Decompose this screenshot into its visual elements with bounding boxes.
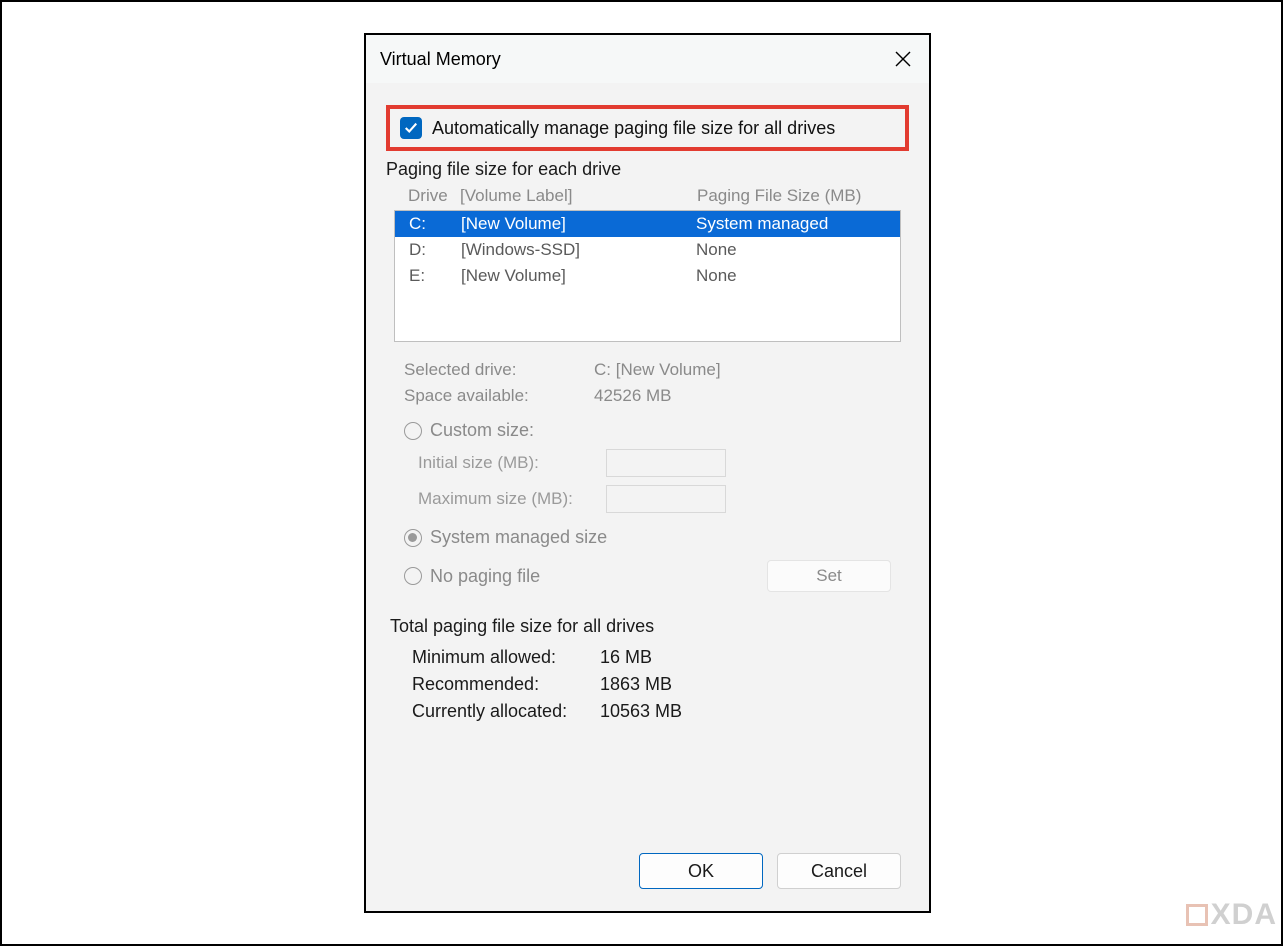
radio-icon <box>404 422 422 440</box>
totals-title: Total paging file size for all drives <box>390 616 905 637</box>
minimum-allowed-value: 16 MB <box>600 647 652 668</box>
close-button[interactable] <box>891 47 915 71</box>
radio-icon <box>404 567 422 585</box>
maximum-size-row: Maximum size (MB): <box>418 485 891 513</box>
radio-icon <box>404 529 422 547</box>
no-paging-option[interactable]: No paging file <box>404 566 540 587</box>
space-available-row: Space available: 42526 MB <box>404 386 891 406</box>
selected-drive-label: Selected drive: <box>404 360 594 380</box>
drive-size: None <box>696 266 886 286</box>
maximum-size-input[interactable] <box>606 485 726 513</box>
set-button[interactable]: Set <box>767 560 891 592</box>
drive-volume: [New Volume] <box>461 266 696 286</box>
drives-group-title: Paging file size for each drive <box>386 159 909 180</box>
no-paging-row: No paging file Set <box>404 560 891 592</box>
cancel-button[interactable]: Cancel <box>777 853 901 889</box>
drive-size: None <box>696 240 886 260</box>
initial-size-label: Initial size (MB): <box>418 453 588 473</box>
drives-group: Paging file size for each drive Drive [V… <box>386 159 909 596</box>
drive-headers: Drive [Volume Label] Paging File Size (M… <box>386 186 909 210</box>
dialog-buttons: OK Cancel <box>639 853 901 889</box>
no-paging-label: No paging file <box>430 566 540 587</box>
virtual-memory-dialog: Virtual Memory Automatically manage pagi… <box>364 33 931 913</box>
selected-drive-value: C: [New Volume] <box>594 360 721 380</box>
drive-letter: E: <box>409 266 461 286</box>
drive-volume: [New Volume] <box>461 214 696 234</box>
totals-group: Total paging file size for all drives Mi… <box>386 616 909 722</box>
drive-volume: [Windows-SSD] <box>461 240 696 260</box>
custom-size-label: Custom size: <box>430 420 534 441</box>
drive-row[interactable]: E: [New Volume] None <box>395 263 900 289</box>
currently-allocated-row: Currently allocated: 10563 MB <box>412 701 905 722</box>
minimum-allowed-label: Minimum allowed: <box>412 647 600 668</box>
ok-button[interactable]: OK <box>639 853 763 889</box>
drive-size: System managed <box>696 214 886 234</box>
drive-settings: Selected drive: C: [New Volume] Space av… <box>386 342 909 596</box>
minimum-allowed-row: Minimum allowed: 16 MB <box>412 647 905 668</box>
header-drive: Drive <box>408 186 460 206</box>
auto-manage-checkbox[interactable] <box>400 117 422 139</box>
dialog-content: Automatically manage paging file size fo… <box>366 83 929 748</box>
drive-row[interactable]: C: [New Volume] System managed <box>395 211 900 237</box>
custom-size-option[interactable]: Custom size: <box>404 420 891 441</box>
window-title: Virtual Memory <box>380 49 501 70</box>
watermark-text: XDA <box>1211 898 1277 932</box>
watermark-icon <box>1186 904 1208 926</box>
recommended-row: Recommended: 1863 MB <box>412 674 905 695</box>
initial-size-input[interactable] <box>606 449 726 477</box>
auto-manage-label: Automatically manage paging file size fo… <box>432 118 835 139</box>
drive-letter: C: <box>409 214 461 234</box>
initial-size-row: Initial size (MB): <box>418 449 891 477</box>
checkmark-icon <box>404 121 418 135</box>
selected-drive-row: Selected drive: C: [New Volume] <box>404 360 891 380</box>
close-icon <box>895 51 911 67</box>
header-volume: [Volume Label] <box>460 186 697 206</box>
system-managed-option[interactable]: System managed size <box>404 527 891 548</box>
space-available-label: Space available: <box>404 386 594 406</box>
recommended-label: Recommended: <box>412 674 600 695</box>
currently-allocated-value: 10563 MB <box>600 701 682 722</box>
system-managed-label: System managed size <box>430 527 607 548</box>
maximum-size-label: Maximum size (MB): <box>418 489 588 509</box>
auto-manage-highlight: Automatically manage paging file size fo… <box>386 105 909 151</box>
header-size: Paging File Size (MB) <box>697 186 887 206</box>
space-available-value: 42526 MB <box>594 386 672 406</box>
currently-allocated-label: Currently allocated: <box>412 701 600 722</box>
recommended-value: 1863 MB <box>600 674 672 695</box>
drive-letter: D: <box>409 240 461 260</box>
titlebar: Virtual Memory <box>366 35 929 83</box>
watermark: XDA <box>1186 898 1277 932</box>
drive-row[interactable]: D: [Windows-SSD] None <box>395 237 900 263</box>
drive-list[interactable]: C: [New Volume] System managed D: [Windo… <box>394 210 901 342</box>
